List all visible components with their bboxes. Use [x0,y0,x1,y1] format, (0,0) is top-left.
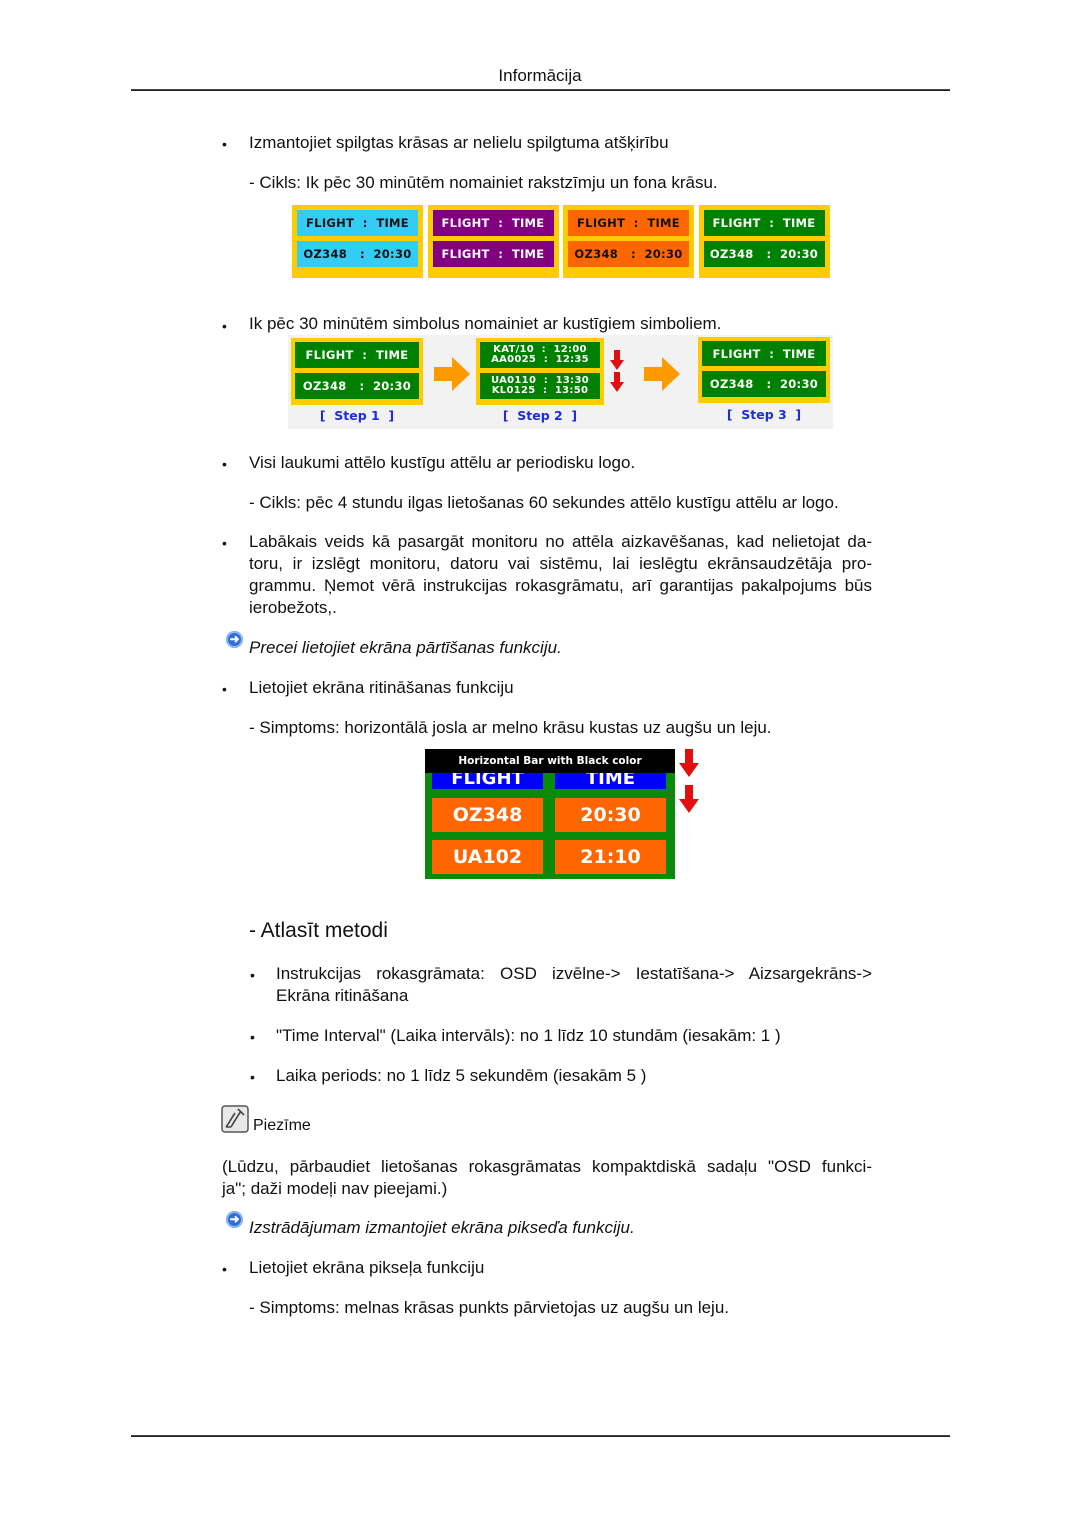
scroll-cell: OZ348 [432,798,543,832]
right-arrow-icon [434,357,470,391]
color-board: FLIGHT : TIME FLIGHT : TIME [427,205,559,278]
note-line: ja"; daži modeļi nav pieejami.) [222,1179,448,1198]
board-cell: FLIGHT : TIME [568,210,689,236]
board-cell: FLIGHT : TIME [297,210,418,236]
bullet-marker: • [222,456,227,472]
bullet-marker: • [222,318,227,334]
bullet-text: Lietojiet ekrāna ritināšanas funkciju [249,678,514,697]
right-arrow-icon [644,357,680,391]
board-cell: OZ348 : 20:30 [295,373,419,399]
board-cell: FLIGHT : TIME [703,210,825,236]
scroll-cell: UA102 [432,840,543,874]
paragraph-line: toru, ir izslēgt monitoru, datoru vai si… [249,554,872,573]
method-line: Ekrāna ritināšana [276,986,409,1005]
moving-symbols-image: FLIGHT : TIME OZ348 : 20:30 [ Step 1 ] K… [288,335,833,429]
board-cell: FLIGHT : TIME [295,342,419,368]
step3-board: FLIGHT : TIME OZ348 : 20:30 [698,337,830,403]
info-arrow-icon: ➜ [226,631,243,648]
bullet-marker: • [222,136,227,152]
note-pencil-icon [221,1105,249,1133]
section-heading: - Atlasīt metodi [249,919,388,942]
bullet-marker: • [222,681,227,697]
step1-board: FLIGHT : TIME OZ348 : 20:30 [291,338,423,405]
board-cell: OZ348 : 20:30 [568,241,689,267]
bullet-text: Izmantojiet spilgtas krāsas ar nelielu s… [249,133,669,152]
bullet-text: Visi laukumi attēlo kustīgu attēlu ar pe… [249,453,636,472]
bullet-marker: • [222,535,227,551]
board-cell-scrolling: KAT/10 : 12:00 AA0025 : 12:35 [480,342,600,368]
bullet-text: Ik pēc 30 minūtēm simbolus nomainiet ar … [249,314,722,333]
board-cell: OZ348 : 20:30 [703,241,825,267]
footer-divider [131,1435,950,1437]
method-item: Instrukcijas rokasgrāmata: OSD izvēlne->… [276,963,872,1007]
paragraph-line: Labākais veids kā pasargāt monitoru no a… [249,532,872,551]
black-horizontal-bar: Horizontal Bar with Black color [425,749,675,773]
cycle-text: - Cikls: Ik pēc 30 minūtēm nomainiet rak… [249,173,718,192]
board-cell: FLIGHT : TIME [432,241,554,267]
header-divider [131,89,950,91]
note-label: Piezīme [253,1117,311,1134]
color-board: FLIGHT : TIME OZ348 : 20:30 [698,205,830,278]
down-arrow-icon [679,749,699,777]
scrolling-text: AA0025 : 12:35 [491,354,589,365]
page-header-title: Informācija [498,66,582,85]
info-arrow-icon: ➜ [226,1211,243,1228]
note-line: (Lūdzu, pārbaudiet lietošanas rokasgrāma… [222,1157,872,1176]
down-arrow-icon [610,372,624,392]
bullet-marker: • [250,1069,255,1085]
method-item: Laika periods: no 1 līdz 5 sekundēm (ies… [276,1066,647,1085]
step-label: [ Step 3 ] [726,407,802,422]
color-board: FLIGHT : TIME OZ348 : 20:30 [563,205,694,278]
symptom-text: - Simptoms: horizontālā josla ar melno k… [249,718,772,737]
bullet-text: Lietojiet ekrāna pikseļa funkciju [249,1258,485,1277]
cycle-text: - Cikls: pēc 4 stundu ilgas lietošanas 6… [249,493,839,512]
bullet-marker: • [250,1029,255,1045]
scroll-cell: 20:30 [555,798,666,832]
bullet-marker: • [222,1261,227,1277]
method-line: Instrukcijas rokasgrāmata: OSD izvēlne->… [276,964,872,983]
step-label: [ Step 1 ] [319,408,395,423]
bullet-marker: • [250,967,255,983]
horizontal-bar-image: FLIGHT TIME OZ348 20:30 UA102 21:10 Hori… [425,749,675,879]
color-board: FLIGHT : TIME OZ348 : 20:30 [292,205,423,278]
symptom-text: - Simptoms: melnas krāsas punkts pārviet… [249,1298,730,1317]
method-item: "Time Interval" (Laika intervāls): no 1 … [276,1026,781,1045]
note-text: (Lūdzu, pārbaudiet lietošanas rokasgrāma… [222,1156,872,1200]
board-cell: OZ348 : 20:30 [297,241,418,267]
down-arrow-icon [679,785,699,813]
board-cell-scrolling: UA0110 : 13:30 KL0125 : 13:50 [480,373,600,399]
scroll-cell: 21:10 [555,840,666,874]
paragraph-line: grammu. Ņemot vērā instrukcijas rokasgrā… [249,576,872,595]
step2-board: KAT/10 : 12:00 AA0025 : 12:35 UA0110 : 1… [476,338,604,405]
tip-text: Precei lietojiet ekrāna pārtīšanas funkc… [249,638,562,657]
paragraph: Labākais veids kā pasargāt monitoru no a… [249,531,872,619]
board-cell: FLIGHT : TIME [432,210,554,236]
tip-text: Izstrādājumam izmantojiet ekrāna pikseďa… [249,1218,635,1237]
paragraph-line: ierobežots,. [249,598,337,617]
step-label: [ Step 2 ] [502,408,578,423]
scrolling-text: KL0125 : 13:50 [491,385,589,396]
down-arrow-icon [610,350,624,370]
color-boards-image: FLIGHT : TIME OZ348 : 20:30 FLIGHT : TIME F… [292,205,830,278]
board-cell: FLIGHT : TIME [702,341,826,366]
board-cell: OZ348 : 20:30 [702,371,826,397]
